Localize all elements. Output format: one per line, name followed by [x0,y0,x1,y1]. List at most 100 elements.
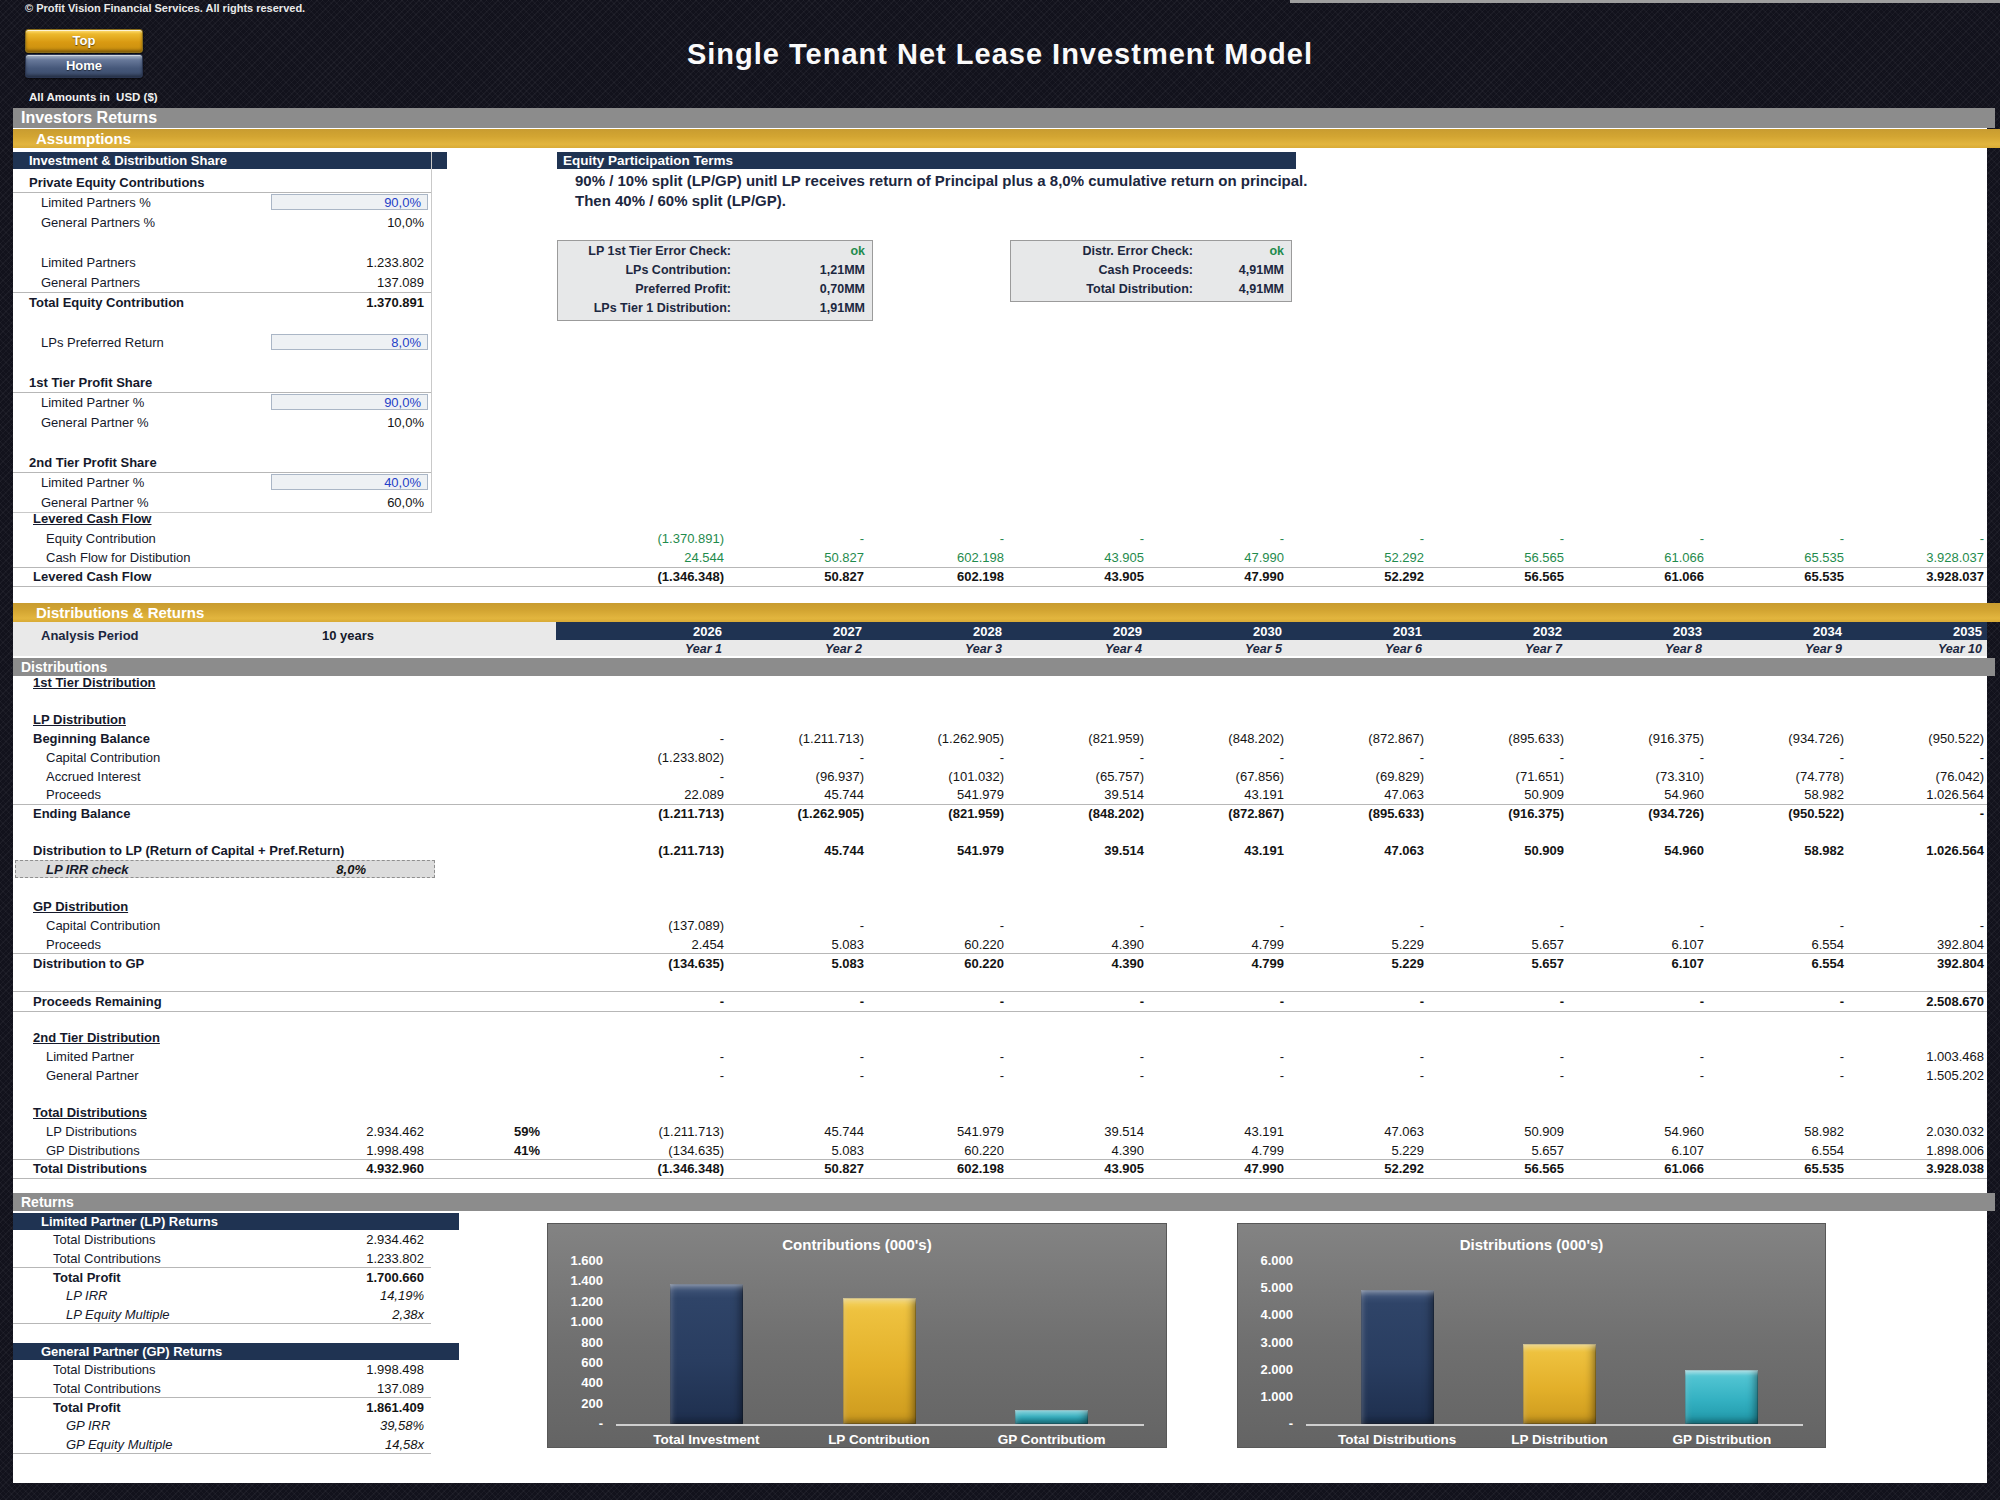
section-bar-distributions-returns: Distributions & Returns [13,603,2000,622]
row-value: 1.861.409 [271,1400,424,1415]
cell-value: - [584,1049,729,1064]
cell-value: 1.026.564 [1844,787,1989,802]
row-label: LP IRR check [46,862,129,877]
assumption-input[interactable]: 8,0% [271,334,428,350]
y-axis-label: 600 [548,1355,603,1370]
cell-value: - [1564,531,1709,546]
cell-value: - [1284,1049,1429,1064]
year-col-header: 2028 [864,624,1004,639]
cell-value: 5.657 [1424,956,1569,971]
cell-value: 65.535 [1704,569,1849,584]
lp-returns-header: Limited Partner (LP) Returns [13,1213,459,1230]
cell-value: - [1424,918,1569,933]
irr-check-value: 8,0% [213,862,366,877]
assumption-input[interactable]: 90,0% [271,394,428,410]
cell-value: - [1144,994,1289,1009]
cell-value: 56.565 [1424,569,1569,584]
table-row: Beginning Balance-(1.211.713)(1.262.905)… [13,729,1987,748]
cell-value: 5.083 [724,956,869,971]
cell-value: (137.089) [584,918,724,933]
y-axis-label: 6.000 [1238,1253,1293,1268]
assumption-input[interactable]: 40,0% [271,474,428,490]
check-value: 4,91MM [1194,282,1284,296]
cell-value: 65.535 [1704,550,1849,565]
cell-value: 45.744 [724,843,869,858]
distributions-chart: Distributions (000's)-1.0002.0003.0004.0… [1237,1223,1826,1448]
cell-value: - [1424,1068,1569,1083]
assumption-row: General Partner %10,0% [13,412,431,432]
row-value: 1.998.498 [271,1362,424,1377]
cell-value: - [724,531,869,546]
cell-value: - [1004,994,1149,1009]
cell-value: - [1704,531,1849,546]
table-row: GP Distributions1.998.49841%(134.635)5.0… [13,1141,1987,1161]
cell-value: - [864,1049,1009,1064]
cell-value: (65.757) [1004,769,1144,784]
check-label: Distr. Error Check: [1019,244,1193,258]
assumption-row: General Partners137.089 [13,272,431,293]
cell-value: - [1144,531,1289,546]
year-col-sublabel: Year 3 [864,642,1004,656]
cell-value: 5.229 [1284,1143,1429,1158]
y-axis-label: 200 [548,1396,603,1411]
cell-value: (872.867) [1144,806,1284,821]
cell-value: (934.726) [1564,806,1704,821]
table-row: Total Distributions [13,1103,1987,1122]
assumption-label: Limited Partners [41,255,136,270]
cell-value: 392.804 [1844,937,1989,952]
assumption-input[interactable]: 90,0% [271,194,428,210]
cell-value: - [1424,750,1569,765]
year-col-sublabel: Year 10 [1844,642,1984,656]
assumption-label: Limited Partner % [41,395,144,410]
cell-value: 5.083 [724,1143,869,1158]
cell-value: 5.229 [1284,956,1429,971]
cell-value: (1.211.713) [584,806,724,821]
cell-value: - [1004,1049,1149,1064]
cell-value: (1.211.713) [584,1124,724,1139]
cell-value: 60.220 [864,1143,1009,1158]
cell-value: 50.909 [1424,843,1569,858]
cell-value: (950.522) [1704,806,1844,821]
assumption-label: General Partner % [41,495,149,510]
x-axis-line [1306,1424,1803,1426]
x-axis-label: Total Investment [611,1432,801,1447]
cell-value: (67.856) [1144,769,1284,784]
cell-value: 39.514 [1004,1124,1149,1139]
row-label: Total Distributions [33,1161,147,1176]
row-value: 14,19% [271,1288,424,1303]
analysis-period-value: 10 years [298,628,398,643]
table-row: 1st Tier Distribution [13,673,1987,692]
cell-value: (101.032) [864,769,1004,784]
cell-value: 602.198 [864,569,1009,584]
cell-value: - [864,918,1009,933]
table-row: Ending Balance(1.211.713)(1.262.905)(821… [13,804,1987,823]
cell-value: 39.514 [1004,787,1149,802]
cell-value: 5.229 [1284,937,1429,952]
cell-value: - [1004,531,1149,546]
cell-value: (916.375) [1564,731,1704,746]
cell-value: - [1284,531,1429,546]
row-percent: 41% [460,1143,540,1158]
assumption-row: Limited Partners1.233.802 [13,252,431,272]
assumption-value: 10,0% [271,415,424,430]
cell-value: - [1844,918,1989,933]
cell-value: 4.799 [1144,937,1289,952]
cell-value: 6.554 [1704,937,1849,952]
table-row: Total Distributions4.932.960(1.346.348)5… [13,1159,1987,1179]
cell-value: - [1284,750,1429,765]
cell-value: - [1564,750,1709,765]
assumption-label: Private Equity Contributions [29,175,205,190]
cell-value: (821.959) [864,806,1004,821]
row-label: Equity Contribution [46,531,156,546]
cell-value: 61.066 [1564,569,1709,584]
cell-value: - [724,918,869,933]
cell-value: (73.310) [1564,769,1704,784]
cell-value: (1.211.713) [584,843,724,858]
cell-value: 50.827 [724,569,869,584]
cell-value: (895.633) [1284,806,1424,821]
table-row: Capital Contribution(137.089)--------- [13,916,1987,935]
year-col-sublabel: Year 9 [1704,642,1844,656]
year-col-sublabel: Year 8 [1564,642,1704,656]
cell-value: (76.042) [1844,769,1984,784]
lp-returns-row: LP Equity Multiple2,38x [13,1305,431,1325]
